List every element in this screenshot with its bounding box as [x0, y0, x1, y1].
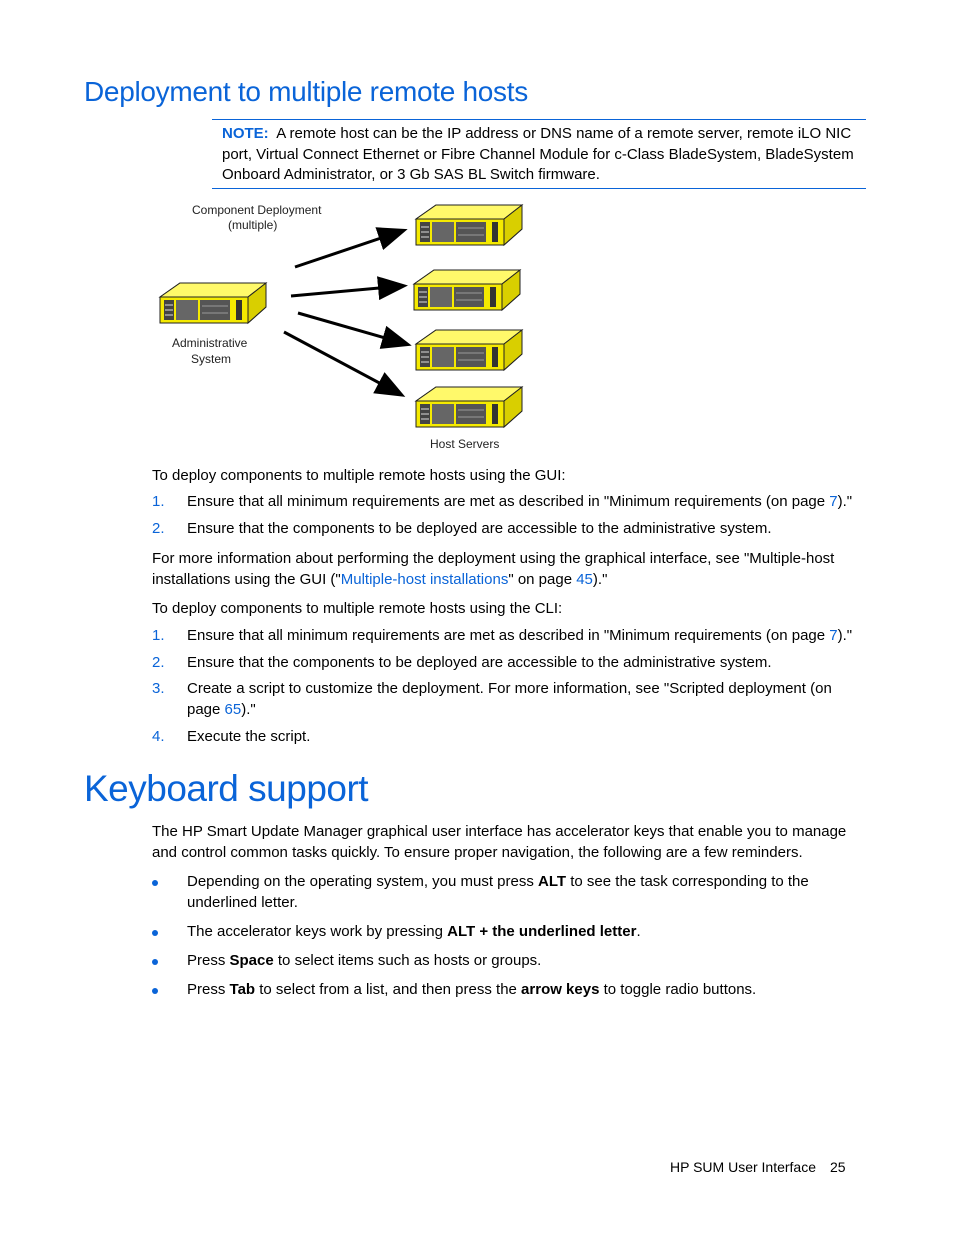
step-number: 1.: [152, 493, 165, 510]
cli-step: 4. Execute the script.: [152, 727, 310, 748]
note-text: A remote host can be the IP address or D…: [222, 125, 854, 183]
step-text: Create a script to customize the deploym…: [187, 680, 832, 718]
page-link[interactable]: 7: [829, 493, 837, 510]
host-server-icon: [413, 269, 521, 311]
admin-server-icon: [159, 282, 267, 324]
step-text: Ensure that all minimum requirements are…: [187, 627, 830, 644]
step-number: 1.: [152, 627, 165, 644]
page-footer: HP SUM User Interface 25: [670, 1159, 846, 1175]
figure-caption-top-line2: (multiple): [228, 218, 277, 232]
gui-step: 2. Ensure that the components to be depl…: [152, 519, 772, 540]
bullet-text: Press: [187, 981, 230, 998]
step-text-end: ).": [837, 627, 853, 644]
link-multiple-host-installations[interactable]: Multiple-host installations: [341, 571, 509, 588]
cli-step: 3. Create a script to customize the depl…: [152, 679, 832, 718]
bullet-text: Press: [187, 952, 230, 969]
cli-intro: To deploy components to multiple remote …: [152, 600, 563, 617]
gui-step: 1. Ensure that all minimum requirements …: [152, 492, 852, 513]
bullet-icon: [152, 930, 158, 936]
arrow-2: [290, 276, 408, 301]
more-info-end: ).": [592, 570, 608, 588]
note-label: NOTE:: [222, 125, 269, 142]
bullet-text: .: [636, 923, 641, 940]
section-title-deployment: Deployment to multiple remote hosts: [84, 76, 528, 107]
step-number: 4.: [152, 728, 165, 745]
step-text: Ensure that the components to be deploye…: [187, 520, 772, 537]
key-name: arrow keys: [521, 981, 600, 998]
admin-label-line2: System: [191, 352, 231, 366]
cli-step: 2. Ensure that the components to be depl…: [152, 653, 772, 674]
bullet-text: to select items such as hosts or groups.: [273, 952, 542, 969]
footer-section-name: HP SUM User Interface: [670, 1159, 817, 1175]
step-text-end: ).": [241, 700, 256, 718]
step-number: 3.: [152, 680, 165, 697]
section-title-keyboard-support: Keyboard support: [84, 768, 369, 809]
step-text: Ensure that the components to be deploye…: [187, 654, 772, 671]
arrow-3: [297, 311, 412, 349]
more-info-paragraph: For more information about performing th…: [152, 549, 867, 590]
step-text-end: ).": [837, 493, 853, 510]
key-name: ALT + the underlined letter: [447, 923, 637, 940]
bullet-text: The accelerator keys work by pressing: [187, 923, 448, 940]
figure-caption-top-line1: Component Deployment: [192, 203, 322, 217]
bullet-icon: [152, 988, 158, 994]
cli-step: 1. Ensure that all minimum requirements …: [152, 626, 852, 647]
host-server-icon: [415, 386, 523, 428]
arrow-4: [283, 330, 406, 397]
key-name: Tab: [229, 981, 256, 998]
step-text: Execute the script.: [187, 728, 311, 745]
page-number: 25: [830, 1159, 846, 1175]
bullet-text: to toggle radio buttons.: [599, 981, 757, 998]
step-number: 2.: [152, 654, 165, 671]
key-name: ALT: [538, 873, 567, 890]
step-number: 2.: [152, 520, 165, 537]
page-link[interactable]: 45: [576, 571, 593, 588]
page-link[interactable]: 7: [829, 627, 837, 644]
bullet-text: Depending on the operating system, you m…: [187, 873, 539, 890]
note-box: NOTE: A remote host can be the IP addres…: [212, 119, 866, 189]
arrow-1: [294, 227, 408, 269]
page-link[interactable]: 65: [225, 701, 242, 718]
admin-label-line1: Administrative: [172, 336, 248, 350]
bullet-text: to select from a list, and then press th…: [255, 981, 522, 998]
more-info-mid: " on page: [508, 570, 577, 588]
step-text: Ensure that all minimum requirements are…: [187, 493, 830, 510]
gui-intro: To deploy components to multiple remote …: [152, 467, 566, 484]
host-server-icon: [415, 204, 523, 246]
key-name: Space: [229, 952, 274, 969]
bullet-icon: [152, 959, 158, 965]
deployment-diagram: Component Deployment (multiple) Administ…: [159, 203, 523, 451]
keyboard-intro: The HP Smart Update Manager graphical us…: [152, 823, 847, 861]
host-server-icon: [415, 329, 523, 371]
hosts-label: Host Servers: [430, 437, 499, 451]
bullet-icon: [152, 880, 158, 886]
